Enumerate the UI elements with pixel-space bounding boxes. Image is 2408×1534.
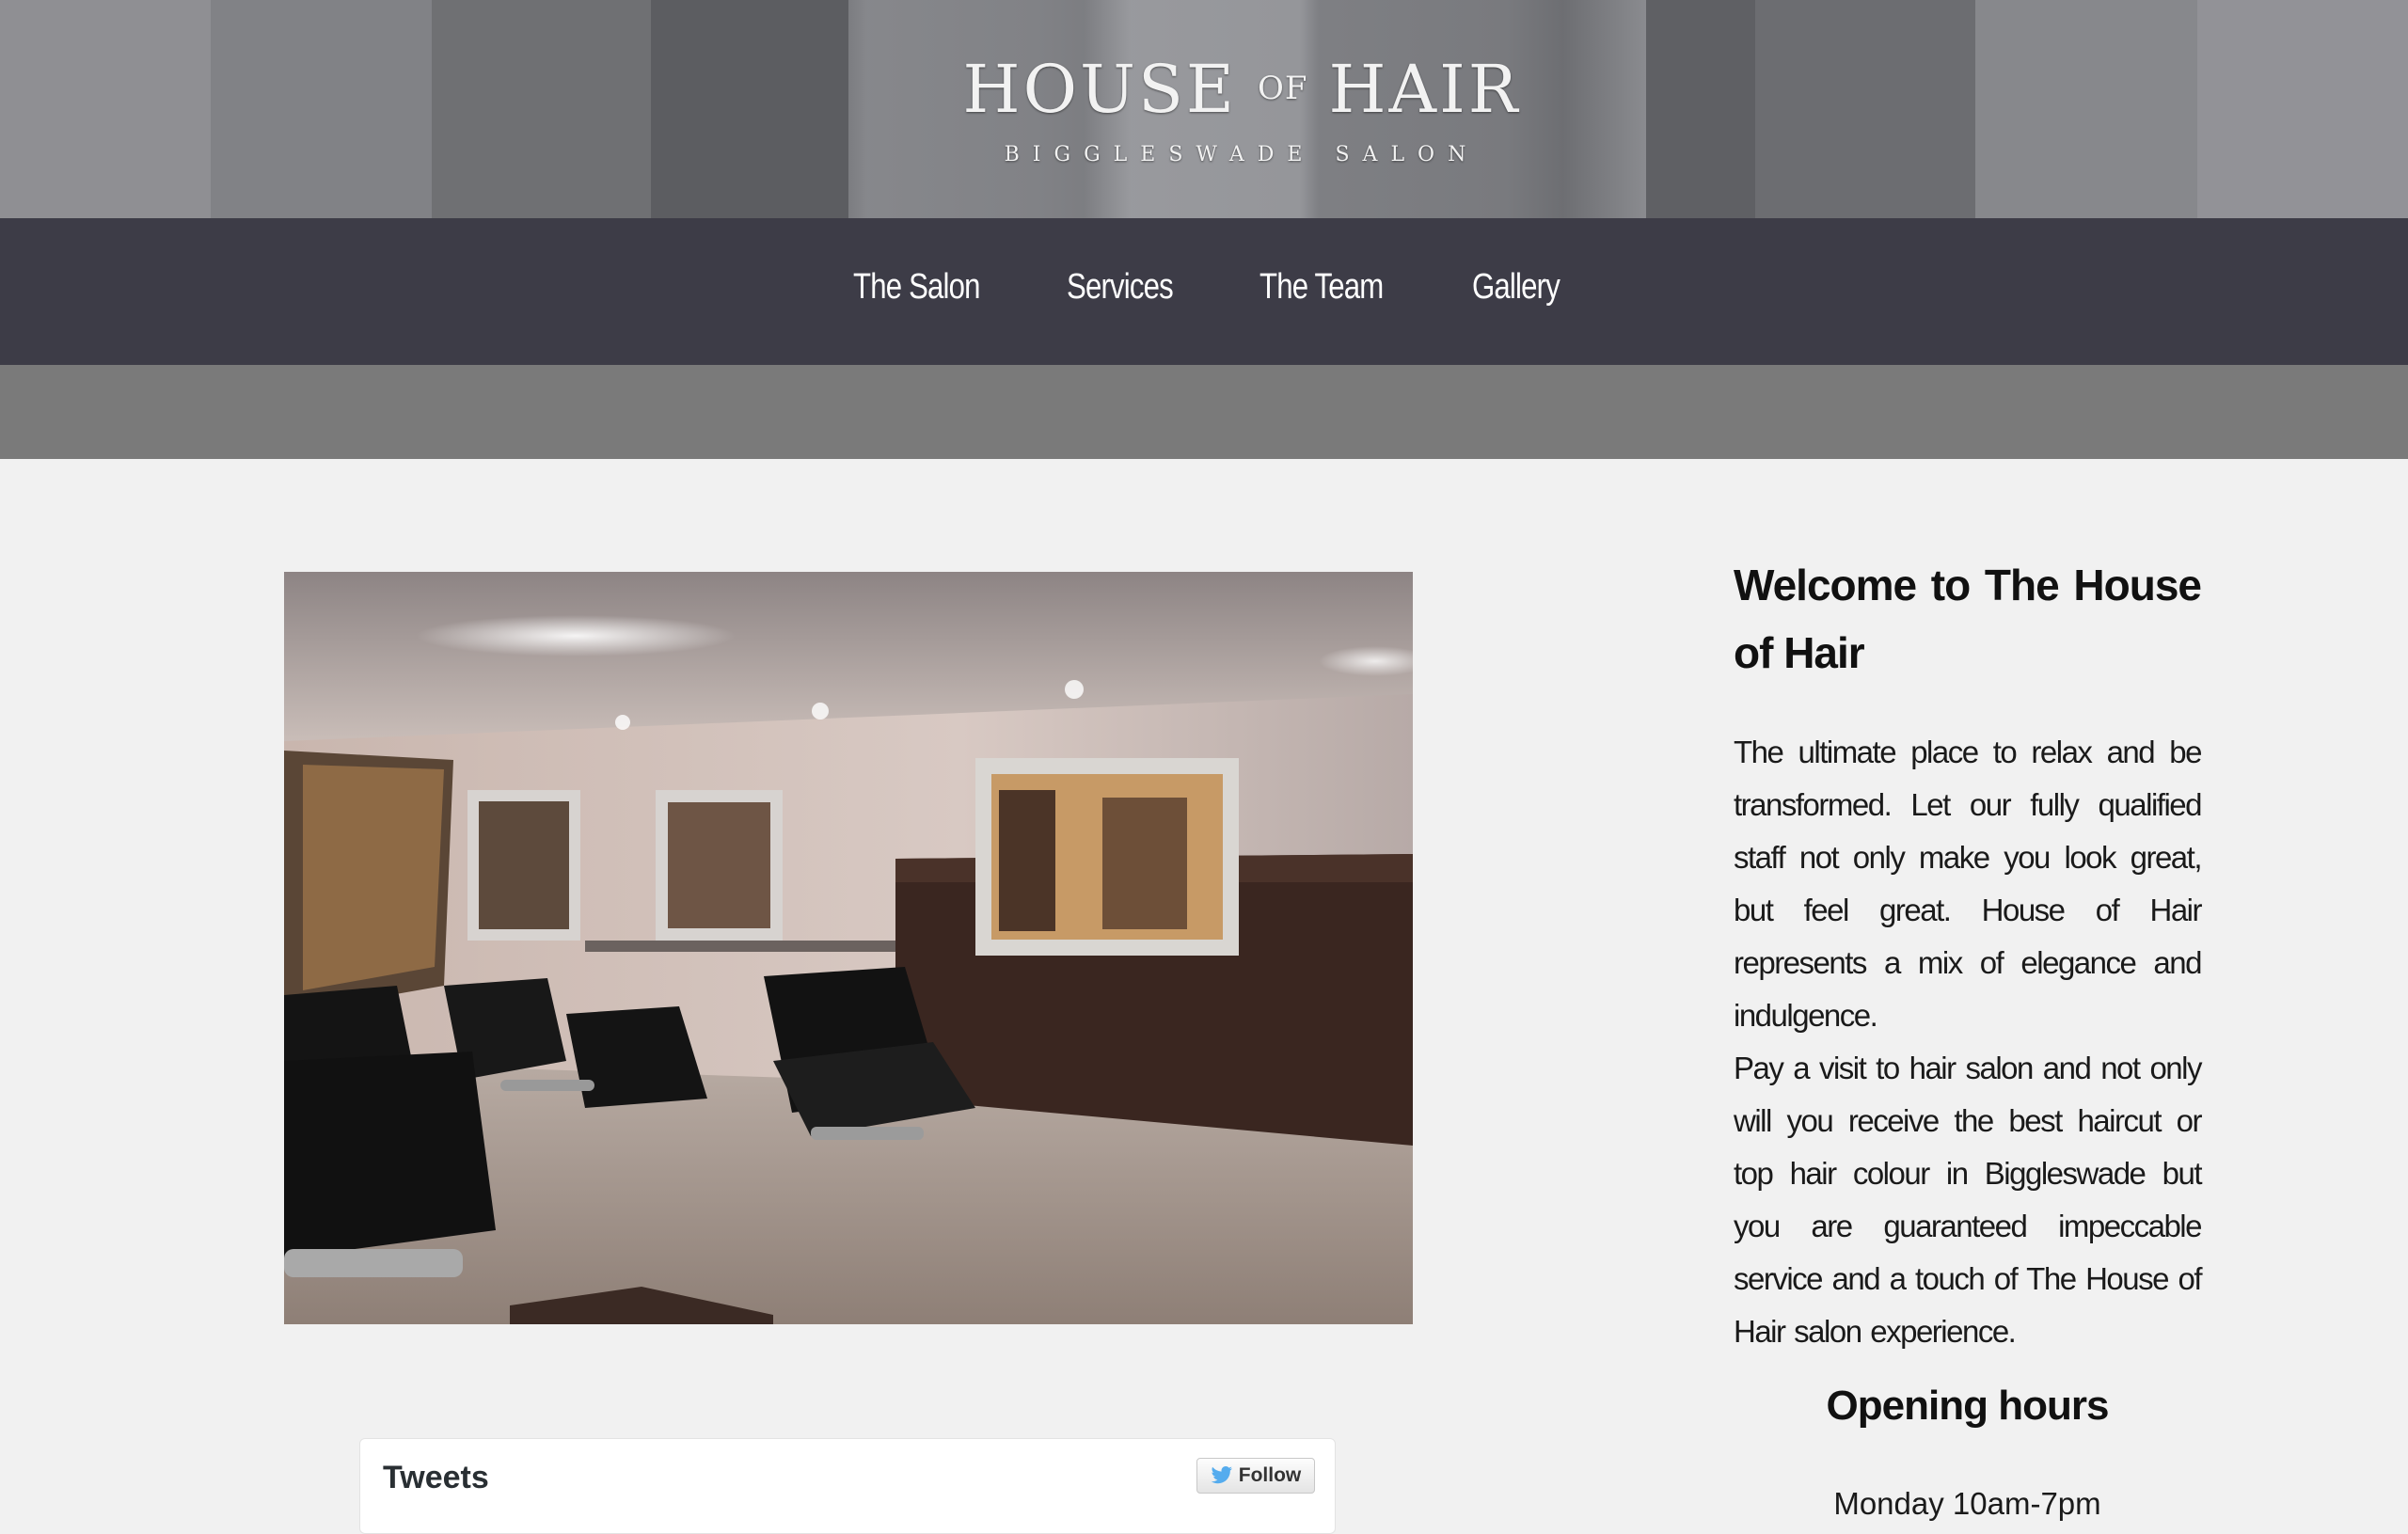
nav-item-services[interactable]: Services bbox=[1067, 267, 1174, 308]
welcome-heading: Welcome to The House of Hair bbox=[1734, 561, 2202, 677]
follow-label: Follow bbox=[1238, 1464, 1302, 1486]
logo-word-of: OF bbox=[1258, 70, 1308, 107]
opening-hours-line: Monday 10am-7pm bbox=[1833, 1486, 2101, 1521]
logo-subtitle: BIGGLESWADE SALON bbox=[1004, 143, 1480, 166]
nav-item-gallery[interactable]: Gallery bbox=[1472, 267, 1560, 308]
welcome-paragraph-2: Pay a visit to hair salon and not only w… bbox=[1734, 1051, 2203, 1349]
twitter-bird-icon bbox=[1211, 1466, 1232, 1484]
opening-hours-heading: Opening hours bbox=[1826, 1383, 2110, 1429]
welcome-paragraph-1: The ultimate place to relax and be trans… bbox=[1734, 735, 2203, 1033]
twitter-follow-button[interactable]: Follow bbox=[1196, 1458, 1315, 1494]
logo-word-house: HOUSE bbox=[962, 51, 1238, 128]
site-logo[interactable]: HOUSE OF HAIR BIGGLESWADE SALON bbox=[884, 56, 1599, 198]
header-divider-band bbox=[0, 365, 2408, 459]
welcome-text: The ultimate place to relax and be trans… bbox=[1734, 726, 2203, 1358]
salon-interior-photo bbox=[284, 572, 1413, 1324]
nav-item-the-salon[interactable]: The Salon bbox=[853, 267, 980, 308]
tweets-heading: Tweets bbox=[383, 1460, 489, 1495]
twitter-timeline-widget: Tweets Follow bbox=[359, 1438, 1336, 1534]
header-banner: HOUSE OF HAIR BIGGLESWADE SALON bbox=[0, 0, 2408, 218]
main-nav: The Salon Services The Team Gallery bbox=[0, 218, 2408, 365]
logo-wordmark: HOUSE OF HAIR bbox=[884, 56, 1599, 122]
logo-word-hair: HAIR bbox=[1328, 51, 1521, 128]
nav-item-the-team[interactable]: The Team bbox=[1259, 267, 1384, 308]
